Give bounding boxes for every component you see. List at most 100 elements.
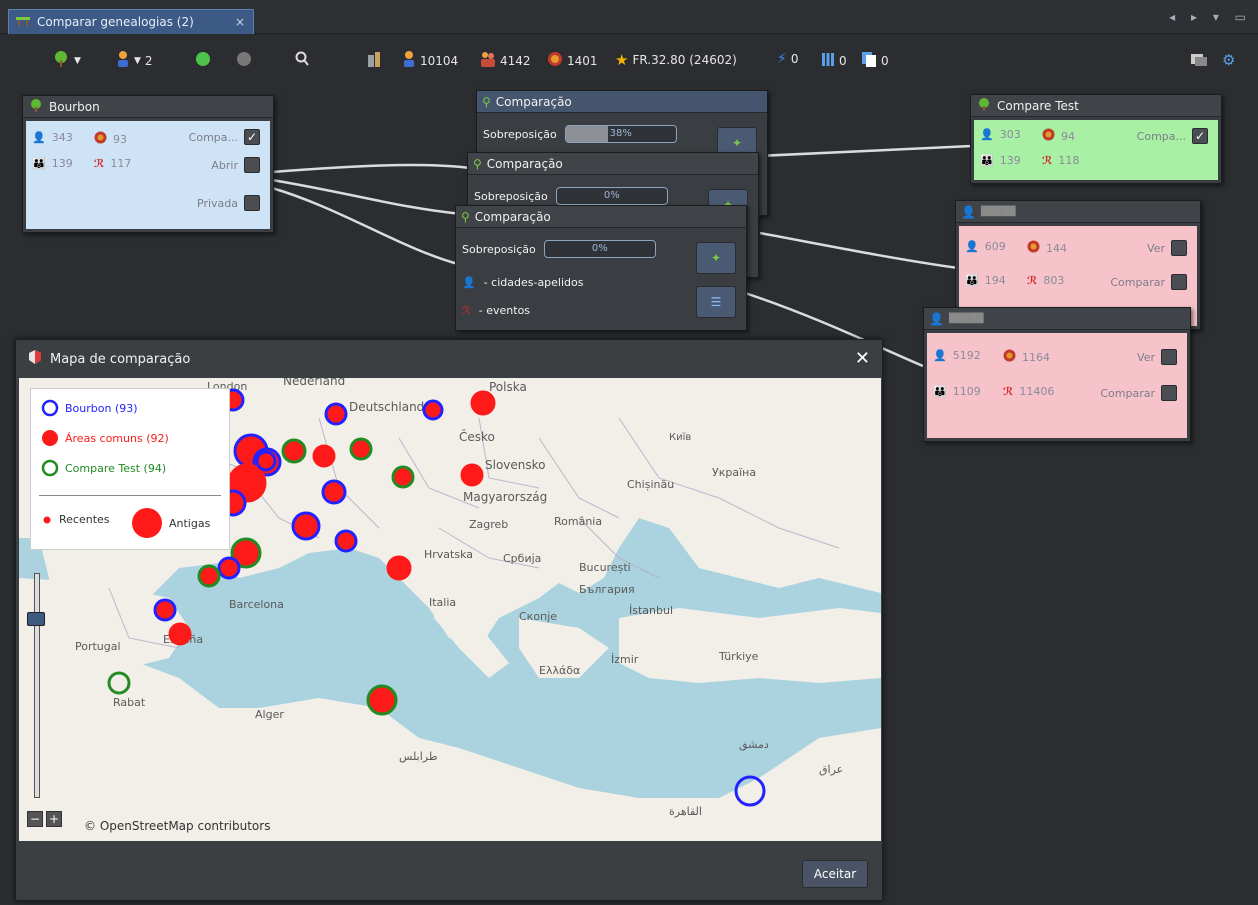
marker-compare xyxy=(107,671,131,695)
comparacao-1-header[interactable]: ⚲ Comparação xyxy=(477,91,767,113)
p1-people: 👤 609 xyxy=(965,240,1006,253)
compare-trees-icon: ⚲ xyxy=(482,94,491,109)
zoom-out-button[interactable]: − xyxy=(27,811,43,827)
search-icon[interactable] xyxy=(295,51,309,67)
events-icon: ℛ xyxy=(1027,274,1038,287)
tree-dropdown-button[interactable]: ▼ xyxy=(52,51,81,70)
tree-node-pink-2[interactable]: 👤 █████ 👤 5192 1164 👪 1109 ℛ 11406 Ver Comp… xyxy=(923,307,1191,442)
p2-compare-option[interactable]: Comparar xyxy=(1100,385,1177,401)
dialog-title-bar[interactable]: Mapa de comparação xyxy=(16,340,882,378)
pink-1-title: █████ xyxy=(980,206,1016,217)
compare-checkbox[interactable]: ✓ xyxy=(244,129,260,145)
zoom-slider-track[interactable] xyxy=(34,573,40,798)
map-comparison-dialog: Mapa de comparação ✕ London Nederland De… xyxy=(15,339,883,901)
open-label: Abrir xyxy=(211,158,238,172)
export-icon[interactable] xyxy=(1190,51,1208,67)
people-value: 5192 xyxy=(952,349,981,362)
tab-comparar-genealogias[interactable]: Comparar genealogias (2) × xyxy=(8,9,254,34)
p1-places: 144 xyxy=(1027,240,1067,256)
stat-lightning-value: 0 xyxy=(790,52,799,66)
people-value: 303 xyxy=(999,128,1021,141)
dialog-close-icon[interactable]: ✕ xyxy=(855,348,870,369)
marker-common xyxy=(217,556,241,580)
ct-families: 👪 139 xyxy=(980,154,1021,167)
chevron-down-icon: ▼ xyxy=(74,55,81,66)
zoom-in-button[interactable]: + xyxy=(46,811,62,827)
marker-common xyxy=(349,437,373,461)
p2-families: 👪 1109 xyxy=(933,385,981,398)
tree-icon xyxy=(28,98,44,115)
compare-checkbox[interactable]: ✓ xyxy=(1192,128,1208,144)
bourbon-private-option[interactable]: Privada xyxy=(197,195,260,211)
list-icon: ☰ xyxy=(710,295,722,309)
comparacao-1-overlap: Sobreposição 38% xyxy=(483,125,677,143)
legend-recent: Recentes xyxy=(41,513,110,526)
ct-compare-option[interactable]: Compa... ✓ xyxy=(1137,128,1208,144)
legend-compare-label: Compare Test (94) xyxy=(65,461,167,475)
bourbon-title: Bourbon xyxy=(49,99,100,114)
lightning-icon: ⚡ xyxy=(777,51,787,67)
globe-icon xyxy=(94,131,107,147)
bourbon-compare-option[interactable]: Compa... ✓ xyxy=(189,129,260,145)
compare-checkbox[interactable] xyxy=(1161,385,1177,401)
comparacao-3-header[interactable]: ⚲ Comparação xyxy=(456,206,746,228)
comparacao-node-3[interactable]: ⚲ Comparação Sobreposição 0% 👤 - cidades… xyxy=(455,205,747,331)
settings-gear-icon[interactable]: ⚙ xyxy=(1222,51,1235,69)
view-checkbox[interactable] xyxy=(1161,349,1177,365)
accept-button[interactable]: Aceitar xyxy=(802,860,868,888)
comparacao-1-title: Comparação xyxy=(495,94,572,109)
legend-common-label: Áreas comuns (92) xyxy=(65,431,169,445)
bourbon-node[interactable]: Bourbon 👤 343 93 👪 139 ℛ 117 Compa... ✓ xyxy=(22,95,274,233)
comparacao-2-title: Comparação xyxy=(486,156,563,171)
compare-label: Compa... xyxy=(1136,129,1186,143)
pink-2-header[interactable]: 👤 █████ xyxy=(924,308,1190,330)
compare-test-node[interactable]: Compare Test 👤 303 94 👪 139 ℛ 118 Compa... ✓ xyxy=(970,94,1222,184)
tree-icon xyxy=(52,51,70,70)
cidades-apelidos-label: - cidades-apelidos xyxy=(483,276,584,289)
comparison-map[interactable]: London Nederland Deutschland Polska Česk… xyxy=(19,378,881,841)
chevron-down-icon: ▼ xyxy=(134,55,141,66)
list-button[interactable]: ☰ xyxy=(696,286,736,318)
bourbon-header[interactable]: Bourbon xyxy=(23,96,273,118)
marker-common xyxy=(460,463,484,487)
places-value: 94 xyxy=(1061,129,1075,143)
marker-common xyxy=(197,564,221,588)
marker-common xyxy=(153,598,177,622)
p1-compare-option[interactable]: Comparar xyxy=(1110,274,1187,290)
tab-close-icon[interactable]: × xyxy=(235,15,245,29)
map-button[interactable]: ✦ xyxy=(696,242,736,274)
globe-icon xyxy=(547,51,563,70)
pink-1-header[interactable]: 👤 █████ xyxy=(956,201,1200,223)
tab-title: Comparar genealogias (2) xyxy=(37,15,194,29)
marker-common xyxy=(422,399,444,421)
compare-checkbox[interactable] xyxy=(1171,274,1187,290)
comparacao-3-title: Comparação xyxy=(474,209,551,224)
family-icon: 👪 xyxy=(965,274,979,287)
view-checkbox[interactable] xyxy=(1171,240,1187,256)
p2-view-option[interactable]: Ver xyxy=(1137,349,1177,365)
p2-places: 1164 xyxy=(1003,349,1050,365)
overlap-pct: 0% xyxy=(603,190,620,201)
green-circle-button[interactable] xyxy=(195,51,211,67)
building-icon[interactable] xyxy=(366,51,382,67)
overlap-pct: 38% xyxy=(609,128,632,139)
events-value: 118 xyxy=(1058,154,1080,167)
compare-label: Comparar xyxy=(1110,275,1165,289)
compare-test-title: Compare Test xyxy=(997,98,1079,113)
p1-families: 👪 194 xyxy=(965,274,1006,287)
people-dropdown-button[interactable]: ▼ 2 xyxy=(116,51,153,70)
p1-view-option[interactable]: Ver xyxy=(1147,240,1187,256)
open-checkbox[interactable] xyxy=(244,157,260,173)
eventos-line: ℛ - eventos xyxy=(462,304,530,317)
private-checkbox[interactable] xyxy=(244,195,260,211)
zoom-slider-thumb[interactable] xyxy=(27,612,45,626)
legend-compare: Compare Test (94) xyxy=(41,459,166,477)
stat-people-value: 10104 xyxy=(420,53,459,68)
gray-circle-button[interactable] xyxy=(236,51,252,67)
events-value: 117 xyxy=(110,157,132,170)
comparacao-2-header[interactable]: ⚲ Comparação xyxy=(468,153,758,175)
window-controls[interactable]: ◂ ▸ ▾ ▭ xyxy=(1169,10,1252,24)
green-ring-icon xyxy=(41,459,59,477)
compare-test-header[interactable]: Compare Test xyxy=(971,95,1221,117)
bourbon-open-option[interactable]: Abrir xyxy=(211,157,260,173)
